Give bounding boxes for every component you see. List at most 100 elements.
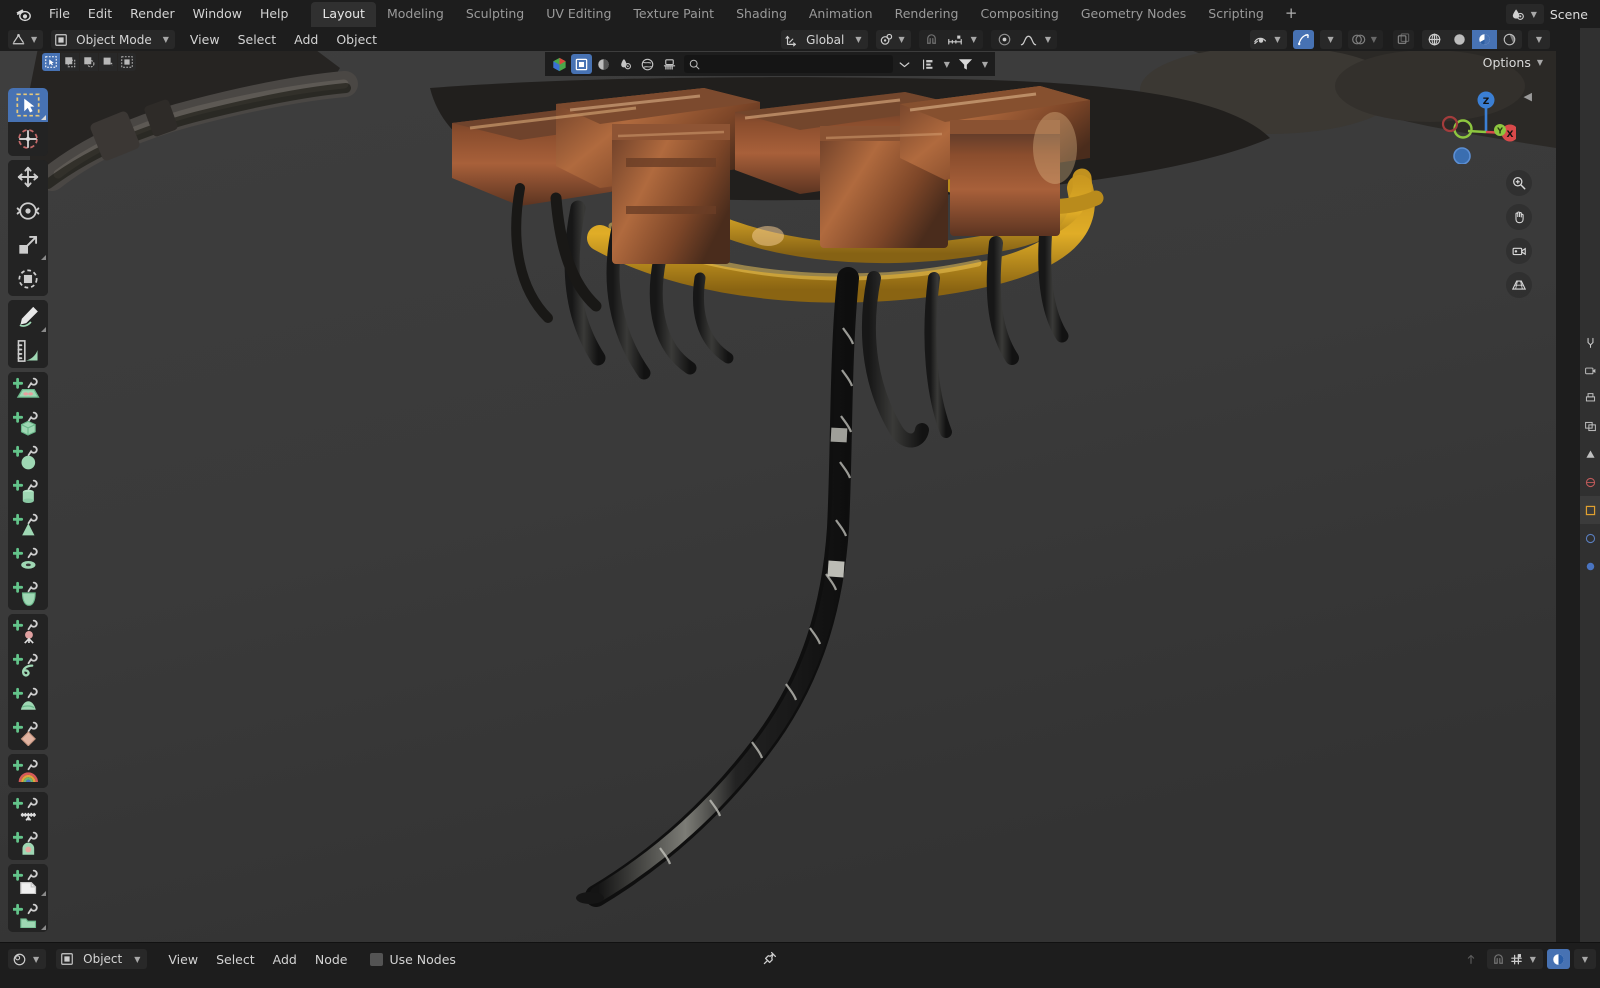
scene-name-label[interactable]: Scene (1544, 7, 1596, 22)
shading-material-preview-button[interactable] (1471, 30, 1497, 49)
zoom-button[interactable] (1506, 170, 1532, 196)
workspace-tab-scripting[interactable]: Scripting (1197, 2, 1275, 27)
use-nodes-checkbox[interactable] (370, 952, 384, 966)
topbar-menu-file[interactable]: File (40, 3, 79, 25)
properties-tab-physics[interactable] (1580, 552, 1600, 580)
topbar-menu-render[interactable]: Render (121, 3, 184, 25)
scene-data-selector[interactable]: ▼ (1505, 4, 1544, 24)
properties-tab-render[interactable] (1580, 356, 1600, 384)
gizmo-toggle[interactable] (1292, 30, 1314, 49)
transform-orientation-selector[interactable]: Global ▼ (781, 30, 868, 49)
workspace-tab-layout[interactable]: Layout (311, 1, 376, 27)
add-monkey-tool[interactable] (8, 576, 48, 610)
select-box-icon[interactable] (61, 53, 79, 71)
magnet-icon[interactable] (922, 30, 942, 49)
object-mode-selector[interactable]: Object Mode ▼ (51, 30, 175, 49)
workspace-tab-modeling[interactable]: Modeling (376, 2, 455, 27)
shading-dropdown[interactable]: ▼ (1527, 30, 1550, 49)
pan-button[interactable] (1506, 204, 1532, 230)
shader-menu-node[interactable]: Node (306, 949, 357, 970)
shader-preview-toggle[interactable] (1546, 949, 1570, 969)
shading-wireframe-button[interactable] (1421, 30, 1447, 49)
properties-tab-scene[interactable] (1580, 440, 1600, 468)
restrict-viewport-icon[interactable] (615, 54, 636, 74)
select-circle-icon[interactable] (80, 53, 98, 71)
sort-alpha-icon[interactable] (916, 54, 940, 74)
move-tool[interactable] (8, 160, 48, 194)
viewport-menu-select[interactable]: Select (229, 29, 286, 50)
add-cone-tool[interactable] (8, 508, 48, 542)
measure-tool[interactable] (8, 334, 48, 368)
viewport-3d[interactable]: ▼ Object Mode ▼ View Select Add Object G… (0, 28, 1556, 943)
restrict-render-icon[interactable] (637, 54, 658, 74)
select-tweak-icon[interactable] (42, 53, 60, 71)
shading-rendered-button[interactable] (1496, 30, 1522, 49)
show-hide-selector[interactable]: ▼ (1250, 30, 1287, 49)
shading-mode-group[interactable] (1421, 30, 1522, 49)
topbar-menu-help[interactable]: Help (251, 3, 298, 25)
workspace-tab-uv-editing[interactable]: UV Editing (535, 2, 622, 27)
proportional-edit-group[interactable]: ▼ (990, 30, 1057, 49)
shader-menu-select[interactable]: Select (207, 949, 264, 970)
outliner-search-field[interactable] (684, 55, 893, 73)
snapping-group[interactable]: ▼ (918, 30, 983, 49)
tool-shelf[interactable] (8, 88, 48, 936)
shading-solid-button[interactable] (1446, 30, 1472, 49)
snap-group[interactable]: ▼ (1486, 949, 1543, 969)
outliner-search-input[interactable] (701, 57, 893, 71)
navigation-gizmo[interactable]: Z X Y (1438, 86, 1516, 164)
select-extend-icon[interactable] (118, 53, 136, 71)
viewport-menu-view[interactable]: View (181, 29, 229, 50)
workspace-tab-rendering[interactable]: Rendering (884, 2, 970, 27)
add-armature-tool[interactable] (8, 792, 48, 826)
blender-logo-icon[interactable] (8, 0, 38, 28)
filter-funnel-icon[interactable] (954, 54, 978, 74)
properties-tab-world[interactable] (1580, 468, 1600, 496)
magnet-icon[interactable] (1491, 952, 1506, 967)
annotate-tool[interactable] (8, 300, 48, 334)
add-curve-tool[interactable] (8, 648, 48, 682)
use-nodes-toggle[interactable]: Use Nodes (370, 949, 456, 970)
camera-view-button[interactable] (1506, 238, 1532, 264)
rotate-tool[interactable] (8, 194, 48, 228)
snap-increment-icon[interactable] (944, 30, 966, 49)
smooth-falloff-icon[interactable] (1018, 30, 1040, 49)
shader-preview-dropdown[interactable]: ▼ (1573, 949, 1596, 969)
properties-tab-object[interactable] (1580, 496, 1600, 524)
add-metaball-tool[interactable] (8, 682, 48, 716)
proportional-edit-icon[interactable] (994, 30, 1016, 49)
add-plane-tool[interactable] (8, 372, 48, 406)
add-volume-tool[interactable] (8, 826, 48, 860)
overlays-toggle[interactable]: ▼ (1347, 30, 1383, 49)
workspace-tab-sculpting[interactable]: Sculpting (455, 2, 535, 27)
shader-menu-add[interactable]: Add (264, 949, 306, 970)
snap-grid-icon[interactable] (1509, 952, 1524, 967)
properties-tab-output[interactable] (1580, 384, 1600, 412)
add-empty-tool[interactable] (8, 614, 48, 648)
add-torus-tool[interactable] (8, 542, 48, 576)
workspace-tab-geometry-nodes[interactable]: Geometry Nodes (1070, 2, 1197, 27)
viewport-render-canvas[interactable] (0, 28, 1556, 943)
topbar-menu-window[interactable]: Window (184, 3, 251, 25)
workspace-tab-shading[interactable]: Shading (725, 2, 798, 27)
add-cube-tool[interactable] (8, 406, 48, 440)
properties-tab-tool[interactable] (1580, 328, 1600, 356)
add-light-tool[interactable] (8, 754, 48, 788)
pivot-point-selector[interactable]: ▼ (875, 30, 911, 49)
select-lasso-icon[interactable] (99, 53, 117, 71)
editor-type-selector[interactable]: ▼ (8, 30, 44, 49)
tweak-tool[interactable] (8, 88, 48, 122)
outliner-scenes-icon[interactable] (549, 54, 570, 74)
select-mode-group[interactable] (42, 53, 136, 71)
viewport-menu-add[interactable]: Add (285, 29, 327, 50)
properties-tab-view-layer[interactable] (1580, 412, 1600, 440)
restrict-brush-icon[interactable] (659, 54, 680, 74)
transform-tool[interactable] (8, 262, 48, 296)
add-collection-tool[interactable] (8, 898, 48, 932)
shader-menu-view[interactable]: View (159, 949, 207, 970)
properties-tab-modifiers[interactable] (1580, 524, 1600, 552)
cursor-tool[interactable] (8, 122, 48, 156)
restrict-select-icon[interactable] (571, 54, 592, 74)
add-workspace-button[interactable]: + (1275, 4, 1308, 24)
add-cylinder-tool[interactable] (8, 474, 48, 508)
